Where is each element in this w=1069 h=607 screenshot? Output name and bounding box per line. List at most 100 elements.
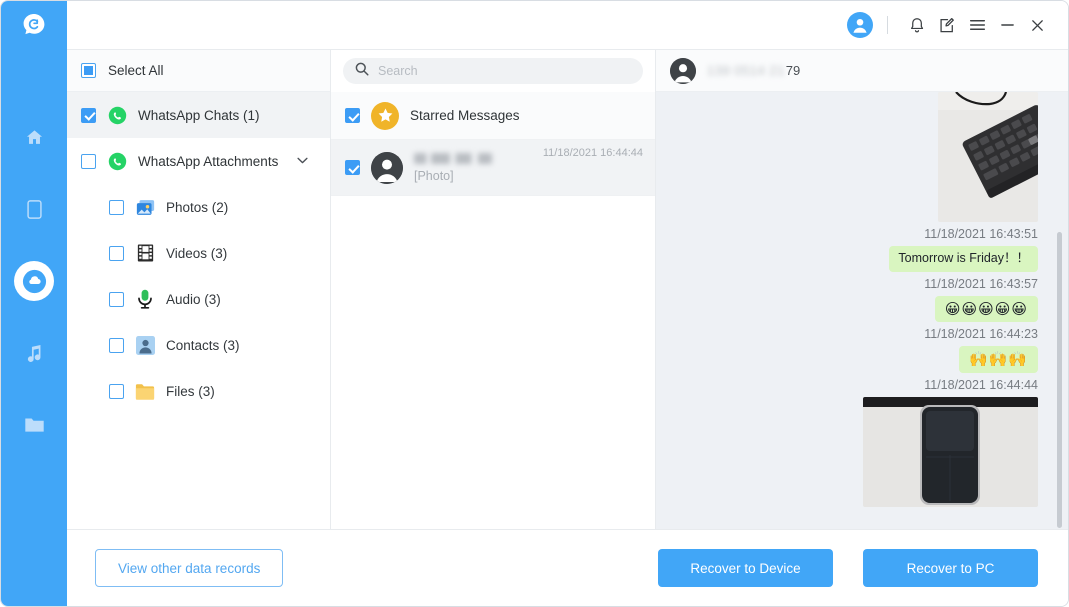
photos-icon — [135, 197, 155, 217]
checkbox-videos[interactable] — [109, 245, 124, 261]
category-label: Files (3) — [166, 383, 215, 399]
rail-item-list — [1, 117, 67, 445]
chat-title: Starred Messages — [410, 108, 520, 123]
home-icon — [26, 129, 42, 144]
category-label: Photos (2) — [166, 199, 229, 215]
rail-item-home[interactable] — [14, 117, 54, 157]
phone-visible-part: 79 — [785, 63, 801, 78]
checkbox-whatsapp-attachments[interactable] — [81, 153, 96, 169]
whatsapp-icon — [107, 105, 127, 125]
search-icon — [355, 62, 369, 81]
notifications-button[interactable] — [902, 10, 932, 40]
select-all-checkbox[interactable] — [81, 63, 96, 78]
message-photo-smartphone[interactable] — [863, 397, 1038, 508]
rail-item-music[interactable] — [14, 333, 54, 373]
app-window: Select All WhatsApp Chats (1) WhatsApp A… — [0, 0, 1069, 607]
category-label: Videos (3) — [166, 245, 228, 261]
checkbox-contacts[interactable] — [109, 337, 124, 353]
phone-redacted-part: 139 0514 21 — [707, 63, 785, 78]
checkbox-whatsapp-chats[interactable] — [81, 107, 96, 123]
category-panel: Select All WhatsApp Chats (1) WhatsApp A… — [67, 50, 331, 529]
search-bar — [331, 50, 655, 92]
category-item-audio[interactable]: Audio (3) — [67, 276, 330, 322]
category-item-videos[interactable]: Videos (3) — [67, 230, 330, 276]
titlebar-divider — [887, 16, 888, 34]
checkbox-starred-messages[interactable] — [345, 108, 360, 123]
star-icon — [371, 101, 399, 130]
music-icon — [27, 344, 40, 362]
message-timestamp: 11/18/2021 16:43:57 — [924, 276, 1038, 291]
chevron-down-icon[interactable] — [297, 155, 308, 167]
keyboard-on-desk-photo — [938, 92, 1038, 222]
message-bubble-emoji-smiles[interactable]: 😀😀😀😀😀 — [934, 295, 1038, 323]
category-item-whatsapp-attachments[interactable]: WhatsApp Attachments — [67, 138, 330, 184]
select-all-label: Select All — [108, 63, 164, 78]
menu-button[interactable] — [962, 10, 992, 40]
category-item-contacts[interactable]: Contacts (3) — [67, 322, 330, 368]
category-item-photos[interactable]: Photos (2) — [67, 184, 330, 230]
chat-row-main: Starred Messages — [410, 108, 643, 123]
title-bar — [67, 1, 1068, 49]
rail-item-device[interactable] — [14, 189, 54, 229]
footer-bar: View other data records Recover to Devic… — [67, 529, 1068, 606]
select-all-row[interactable]: Select All — [67, 50, 330, 92]
view-other-data-records-button[interactable]: View other data records — [95, 549, 284, 587]
content-body: Select All WhatsApp Chats (1) WhatsApp A… — [67, 49, 1068, 529]
category-label: Audio (3) — [166, 291, 221, 307]
category-item-files[interactable]: Files (3) — [67, 368, 330, 414]
search-input[interactable] — [378, 64, 631, 78]
message-bubble-text[interactable]: Tomorrow is Friday！！ — [889, 246, 1038, 272]
chat-row-starred-messages[interactable]: Starred Messages — [331, 92, 655, 140]
category-label: WhatsApp Chats (1) — [138, 107, 260, 123]
audio-microphone-icon — [135, 289, 155, 309]
message-bubble-emoji-hands[interactable]: 🙌🙌🙌 — [958, 346, 1038, 374]
recover-to-pc-button[interactable]: Recover to PC — [863, 549, 1038, 587]
rail-item-files[interactable] — [14, 405, 54, 445]
files-folder-icon — [135, 381, 155, 401]
left-nav-rail — [1, 1, 67, 606]
chat-snippet: [Photo] — [414, 168, 454, 183]
rail-item-recovery[interactable] — [14, 261, 54, 301]
whatsapp-icon — [107, 151, 127, 171]
message-scroll-area[interactable]: 11/18/2021 16:43:51 Tomorrow is Friday！！… — [656, 92, 1068, 529]
message-timestamp: 11/18/2021 16:44:23 — [924, 327, 1038, 342]
chat-bubble-c-logo-icon — [23, 14, 45, 35]
person-avatar-icon — [371, 151, 403, 184]
checkbox-conversation[interactable] — [345, 160, 360, 175]
folder-icon — [24, 418, 44, 432]
chat-row-conversation[interactable]: [Photo] 11/18/2021 16:44:44 — [331, 140, 655, 196]
chat-list-panel: Starred Messages [Photo] 11/18/2021 16:4… — [331, 50, 656, 529]
cloud-recovery-icon — [22, 269, 46, 293]
checkbox-audio[interactable] — [109, 291, 124, 307]
message-scrollbar-thumb[interactable] — [1057, 232, 1062, 528]
checkbox-files[interactable] — [109, 383, 124, 399]
chat-contact-name-redacted — [414, 152, 492, 164]
conversation-header: 139 0514 21 79 — [656, 50, 1068, 92]
close-icon — [1031, 19, 1043, 31]
chat-timestamp: 11/18/2021 16:44:44 — [542, 147, 643, 159]
bell-icon — [910, 17, 924, 32]
chat-list: Starred Messages [Photo] 11/18/2021 16:4… — [331, 92, 655, 529]
search-box[interactable] — [343, 58, 643, 84]
close-button[interactable] — [1022, 10, 1052, 40]
category-list: WhatsApp Chats (1) WhatsApp Attachments — [67, 92, 330, 529]
message-timestamp: 11/18/2021 16:43:51 — [924, 227, 1038, 241]
videos-icon — [135, 243, 155, 263]
conversation-phone-number: 139 0514 21 79 — [707, 63, 800, 78]
minimize-icon — [1000, 24, 1014, 26]
contacts-icon — [135, 335, 155, 355]
category-item-whatsapp-chats[interactable]: WhatsApp Chats (1) — [67, 92, 330, 138]
checkbox-photos[interactable] — [109, 199, 124, 215]
conversation-panel: 139 0514 21 79 11/18/2021 16:43:51 Tomor… — [656, 50, 1068, 529]
chat-row-main: [Photo] — [414, 152, 532, 183]
feedback-button[interactable] — [932, 10, 962, 40]
category-label: WhatsApp Attachments — [138, 153, 279, 169]
message-photo-keyboard[interactable] — [938, 92, 1038, 222]
minimize-button[interactable] — [992, 10, 1022, 40]
recover-to-device-button[interactable]: Recover to Device — [658, 549, 833, 587]
account-avatar[interactable] — [847, 12, 873, 38]
device-icon — [26, 199, 42, 219]
smartphone-on-table-photo — [863, 397, 1038, 508]
app-logo — [1, 1, 67, 49]
account-avatar-icon — [853, 18, 867, 33]
